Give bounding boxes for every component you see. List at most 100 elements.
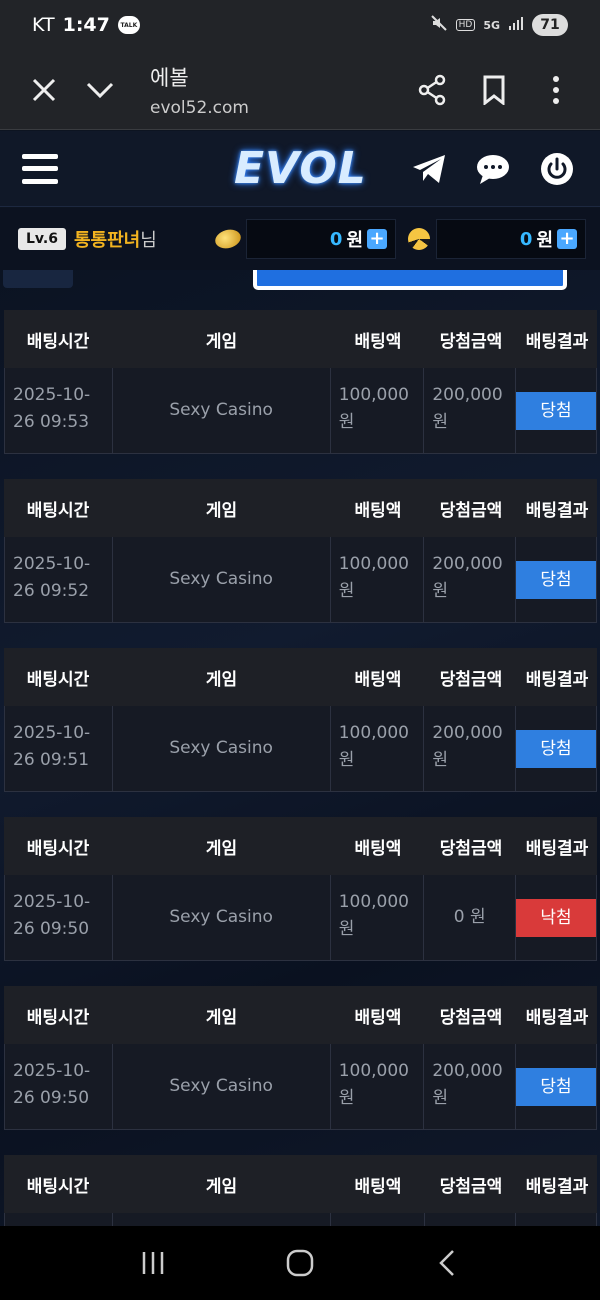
win-amount-cell: 0 원 [424, 875, 516, 960]
bet-amount: 100,000 [338, 892, 410, 912]
header-bet-result: 배팅결과 [525, 500, 589, 521]
table-row: 2025-10- 26 09:53 Sexy Casino 100,000 원 200,0… [4, 368, 597, 454]
table-header: 배팅시간 게임 배팅액 당첨금액 배팅결과 [4, 648, 597, 706]
bet-record-table: 배팅시간 게임 배팅액 당첨금액 배팅결과 2025-10- 26 09:51 Sexy Ca… [4, 648, 597, 792]
win-amount: 200,000 [432, 1061, 503, 1081]
point-amount: 0 [519, 228, 533, 250]
bet-record-table: 배팅시간 게임 배팅액 당첨금액 배팅결과 2025-10- 26 09:52 Sexy Ca… [4, 479, 597, 623]
point-unit: 원 [536, 230, 553, 251]
header-game: 게임 [205, 331, 238, 352]
coin-icon [213, 226, 243, 252]
bet-amount-cell: 100,000 원 [331, 1044, 425, 1129]
status-left: KT 1:47 TALK [32, 14, 140, 36]
bet-record-table: 배팅시간 게임 배팅액 당첨금액 배팅결과 2025-10- 26 09:50 Sexy Ca… [4, 817, 597, 961]
status-right: HD 5G 71 [430, 14, 568, 36]
win-amount: 200,000 [432, 554, 503, 574]
win-amount-cell: 200,000 원 [424, 1044, 516, 1129]
result-badge: 당첨 [516, 561, 596, 599]
clock: 1:47 [62, 14, 110, 36]
win-amount: 200,000 [432, 385, 503, 405]
header-bet-time: 배팅시간 [26, 500, 90, 521]
header-bet-amount: 배팅액 [354, 1007, 402, 1028]
header-bet-amount: 배팅액 [354, 331, 402, 352]
header-bet-amount: 배팅액 [354, 838, 402, 859]
header-icons [410, 150, 576, 188]
bet-unit: 원 [338, 1088, 355, 1108]
result-badge: 당첨 [516, 1068, 596, 1106]
win-amount-cell: 200,000 원 [424, 706, 516, 791]
table-row: 2025-10- 26 09:51 Sexy Casino 100,000 원 200,0… [4, 706, 597, 792]
close-icon[interactable] [16, 62, 72, 118]
more-menu-icon[interactable] [528, 62, 584, 118]
bet-amount: 100,000 [338, 1061, 409, 1081]
table-row: 2025-10- 26 09:50 Sexy Casino 100,000 원 0 원 낙첨 [4, 875, 597, 961]
win-amount-cell: 200,000 원 [424, 368, 516, 453]
header-bet-amount: 배팅액 [354, 500, 402, 521]
site-logo[interactable]: EVOL [234, 143, 367, 194]
android-nav-bar [0, 1226, 600, 1300]
game-cell: Sexy Casino [113, 875, 331, 960]
username: 통통판녀 [73, 230, 141, 251]
header-bet-time: 배팅시간 [26, 838, 90, 859]
header-bet-result: 배팅결과 [525, 1176, 589, 1197]
bet-date: 2025-10- [13, 723, 91, 743]
home-icon[interactable] [270, 1238, 330, 1288]
user-info-bar: Lv.6 통통판녀 님 0 원 + 0 원 + [0, 208, 600, 270]
header-win-amount: 당첨금액 [439, 500, 503, 521]
header-game: 게임 [205, 1007, 238, 1028]
username-suffix: 님 [140, 230, 157, 251]
result-cell: 당첨 [516, 706, 596, 791]
site-header: EVOL [0, 131, 600, 207]
page-title: 에볼 [150, 65, 189, 90]
table-row: 2025-10- 26 09:52 Sexy Casino 100,000 원 200,0… [4, 537, 597, 623]
hamburger-menu-icon[interactable] [22, 153, 58, 184]
cash-unit: 원 [346, 230, 363, 251]
table-header: 배팅시간 게임 배팅액 당첨금액 배팅결과 [4, 310, 597, 368]
bet-time: 26 09:50 [13, 1088, 90, 1108]
page-domain: evol52.com [150, 97, 249, 118]
bet-time-cell: 2025-10- 26 09:50 [5, 875, 113, 960]
bet-unit: 원 [338, 919, 355, 939]
win-unit: 원 [432, 1088, 448, 1108]
mute-icon [430, 14, 448, 36]
bet-record-table: 배팅시간 게임 배팅액 당첨금액 배팅결과 2025-10- 26 09:53 Sexy Ca… [4, 310, 597, 454]
bet-date: 2025-10- [13, 554, 91, 574]
header-bet-amount: 배팅액 [354, 669, 402, 690]
win-unit: 원 [432, 750, 448, 770]
telegram-icon[interactable] [410, 150, 448, 188]
bet-time: 26 09:52 [13, 581, 90, 601]
bet-amount: 100,000 [338, 554, 409, 574]
bookmark-icon[interactable] [466, 62, 522, 118]
header-bet-time: 배팅시간 [26, 1007, 90, 1028]
header-bet-time: 배팅시간 [26, 1176, 90, 1197]
header-win-amount: 당첨금액 [439, 669, 503, 690]
power-icon[interactable] [538, 150, 576, 188]
bet-record-table: 배팅시간 게임 배팅액 당첨금액 배팅결과 [4, 1155, 597, 1226]
browser-toolbar: 에볼 evol52.com [0, 50, 600, 130]
hd-voice-icon: HD [455, 19, 476, 31]
cash-balance: 0 원 + [246, 219, 396, 259]
chat-icon[interactable] [474, 150, 512, 188]
bet-date: 2025-10- [13, 892, 91, 912]
table-header: 배팅시간 게임 배팅액 당첨금액 배팅결과 [4, 479, 597, 537]
bet-time-cell: 2025-10- 26 09:50 [5, 1044, 113, 1129]
cash-deposit-button[interactable]: + [367, 229, 387, 249]
bet-time: 26 09:51 [13, 750, 90, 770]
back-icon[interactable] [417, 1238, 477, 1288]
share-icon[interactable] [404, 62, 460, 118]
result-cell: 낙첨 [515, 875, 596, 960]
game-cell: Sexy Casino [113, 537, 331, 622]
point-add-button[interactable]: + [557, 229, 577, 249]
url-display[interactable]: 에볼 evol52.com [150, 62, 249, 118]
win-unit: 원 [432, 581, 448, 601]
tab-active[interactable] [253, 270, 567, 290]
point-balance: 0 원 + [436, 219, 586, 259]
recent-apps-icon[interactable] [123, 1238, 183, 1288]
bet-unit: 원 [338, 581, 355, 601]
chevron-down-icon[interactable] [72, 62, 128, 118]
header-game: 게임 [205, 500, 238, 521]
result-cell: 당첨 [516, 368, 596, 453]
game-cell: Sexy Casino [113, 1044, 331, 1129]
bet-time: 26 09:53 [13, 412, 90, 432]
tab-left[interactable] [3, 270, 73, 288]
